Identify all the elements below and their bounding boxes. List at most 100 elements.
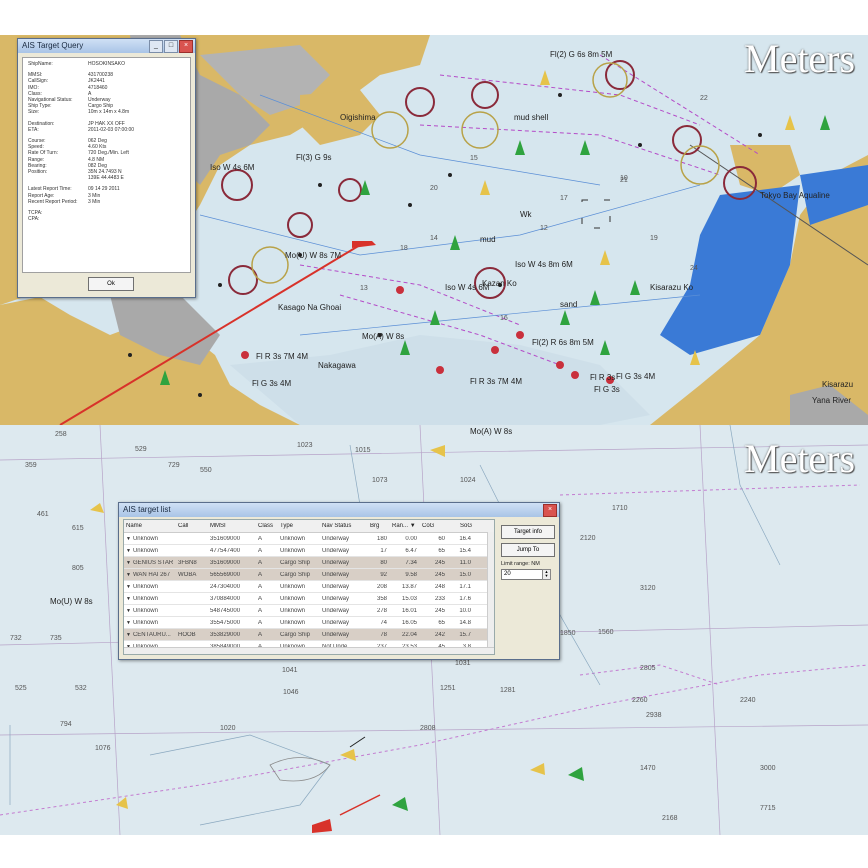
ais-target-list-window[interactable]: AIS target list × Name Call MMSI Class T… [118, 502, 560, 660]
table-cell: Underway [322, 619, 350, 626]
depth-sounding: 2120 [580, 535, 596, 542]
vertical-scrollbar[interactable] [487, 532, 494, 648]
depth-sounding: 2240 [740, 697, 756, 704]
depth-sounding: 24 [690, 265, 698, 272]
column-header-sog[interactable]: SoG [448, 523, 474, 529]
detail-key: ShipName: [28, 61, 53, 67]
horizontal-scrollbar[interactable] [124, 647, 494, 654]
ok-button[interactable]: Ok [88, 277, 134, 291]
close-icon[interactable]: × [179, 40, 193, 53]
table-row[interactable]: ▼ WAN HAI 267 WOBA 565569000 A Cargo Ship Unde… [124, 569, 494, 581]
table-cell: Underway [322, 583, 350, 590]
table-cell: 15.03 [401, 595, 417, 602]
table-cell: 3FBN8 [178, 559, 197, 566]
table-cell: ▼Unknown [124, 548, 176, 554]
table-cell: Unknown [280, 607, 306, 614]
map-label: Iso W 4s 6M [445, 283, 490, 292]
table-row[interactable]: ▼ Unknown 370884000 A Unknown Underway 358 15.0… [124, 593, 494, 605]
table-row[interactable]: ▼ Unknown 477547400 A Unknown Underway 17 6.47 6… [124, 545, 494, 557]
map-label: Mo(A) W 8s [362, 332, 405, 341]
column-header-name[interactable]: Name [124, 523, 176, 529]
table-cell: 16.4 [459, 535, 471, 542]
jump-to-button[interactable]: Jump To [501, 543, 555, 557]
table-row[interactable]: ▼ GENIUS STAR 3FBN8 351609000 A Cargo Ship Und… [124, 557, 494, 569]
cell-text: Unknown [132, 595, 158, 602]
map-label: Fl R 3s [590, 373, 616, 382]
table-cell: HOOB [178, 631, 196, 638]
table-row[interactable]: ▼ Unknown 247304000 A Unknown Underway 208 13.8… [124, 581, 494, 593]
depth-sounding: 14 [430, 235, 438, 242]
target-triangle-icon: ▼ [126, 631, 131, 638]
depth-sounding: 18 [400, 245, 408, 252]
shallow-water [230, 335, 650, 425]
table-row[interactable]: ▼ Unknown 355475000 A Unknown Underway 74 16.05… [124, 617, 494, 629]
table-cell: 548745000 [210, 607, 241, 614]
table-row[interactable]: ▼ CENTAURU... HOOB 353829000 A Cargo Ship Unde… [124, 629, 494, 641]
minimize-icon[interactable]: _ [149, 40, 163, 53]
depth-sounding: 17 [560, 195, 568, 202]
table-cell: ▼Unknown [124, 584, 176, 590]
column-header-type[interactable]: Type [278, 523, 320, 529]
limit-range-value: 20 [504, 571, 511, 577]
cell-text: GENIUS STAR [132, 559, 174, 566]
close-icon[interactable]: × [543, 504, 557, 517]
limit-range-input[interactable]: 20 ▲ ▼ [501, 569, 551, 580]
map-label: sand [560, 300, 578, 309]
target-triangle-icon: ▼ [126, 619, 131, 626]
table-cell: Cargo Ship [280, 571, 311, 578]
table-cell: A [258, 595, 263, 602]
map-label: Kisarazu Ko [650, 283, 694, 292]
depth-sounding: 19 [650, 235, 658, 242]
map-label: mud [480, 235, 496, 244]
depth-sounding: 732 [10, 635, 22, 642]
detail-row: ETA: 2011-02-03 07:00:00 [28, 127, 185, 133]
depth-sounding: 1015 [355, 447, 371, 454]
depth-sounding: 615 [72, 525, 84, 532]
spinner-arrows-icon[interactable]: ▲ ▼ [542, 569, 551, 580]
list-title-bar[interactable]: AIS target list × [119, 503, 559, 517]
table-cell: Underway [322, 571, 350, 578]
table-row[interactable]: ▼ Unknown 548745000 A Unknown Underway 278 16.0… [124, 605, 494, 617]
detail-value: 3 Min [88, 198, 101, 205]
column-header-cog[interactable]: CoG [420, 523, 448, 529]
detail-row: Size: 10m x 14m x 4.8m [28, 109, 185, 115]
map-label: Kasago Na Ghoai [278, 303, 342, 312]
depth-sounding: 1560 [598, 629, 614, 636]
column-header-brg[interactable]: Brg [368, 523, 390, 529]
depth-sounding: 1024 [460, 477, 476, 484]
detail-row: ShipName: HOSOKINSAKO [28, 61, 185, 67]
depth-sounding: 525 [15, 685, 27, 692]
column-header-range[interactable]: Ran... ▼ [390, 523, 420, 529]
map-label: Fl(2) G 6s 8m 5M [550, 50, 613, 59]
table-cell: 15.7 [459, 631, 471, 638]
depth-sounding: 1251 [440, 685, 456, 692]
column-header-mmsi[interactable]: MMSI [208, 523, 256, 529]
maximize-icon[interactable]: □ [164, 40, 178, 53]
cell-text: Unknown [132, 535, 158, 542]
map-label: Fl(3) G 9s [296, 153, 332, 162]
table-row[interactable]: ▼ Unknown 351609000 A Unknown Underway 180 0.00… [124, 533, 494, 545]
table-cell: 9.58 [405, 571, 417, 578]
depth-sounding: 1076 [95, 745, 111, 752]
map-label: Fl R 3s 7M 4M [256, 352, 309, 361]
table-cell: 353829000 [210, 631, 241, 638]
query-title-bar[interactable]: AIS Target Query _ □ × [18, 39, 195, 53]
table-cell: 10.0 [459, 607, 471, 614]
detail-value: 10m x 14m x 4.8m [88, 109, 130, 116]
column-header-call[interactable]: Call [176, 523, 208, 529]
table-cell: 180 [376, 535, 387, 542]
table-cell: 565569000 [210, 571, 241, 578]
ais-target-query-window[interactable]: AIS Target Query _ □ × ShipName: HOSOKINS… [17, 38, 196, 298]
column-header-nav-status[interactable]: Nav Status [320, 523, 368, 529]
table-cell: Underway [322, 559, 350, 566]
table-cell: 248 [434, 583, 445, 590]
detail-key: ETA: [28, 126, 39, 133]
detail-row: Recent Report Period: 3 Min [28, 199, 185, 205]
target-info-button[interactable]: Target info [501, 525, 555, 539]
column-header-class[interactable]: Class [256, 523, 278, 529]
target-table[interactable]: Name Call MMSI Class Type Nav Status Brg… [123, 519, 495, 655]
table-cell: ▼Unknown [124, 608, 176, 614]
depth-sounding: 532 [75, 685, 87, 692]
target-triangle-icon: ▼ [126, 583, 131, 590]
table-cell: Cargo Ship [280, 631, 311, 638]
